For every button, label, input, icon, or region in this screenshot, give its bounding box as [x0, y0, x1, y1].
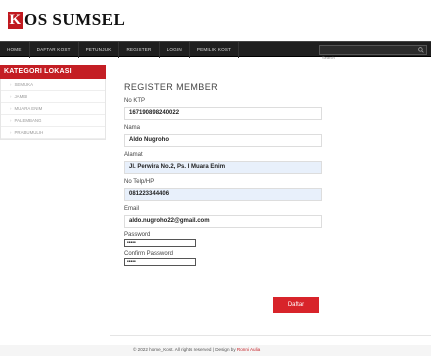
- nama-label: Nama: [124, 125, 141, 131]
- password-field[interactable]: •••••: [124, 239, 196, 247]
- search-icon[interactable]: [418, 47, 424, 53]
- site-logo[interactable]: K OS SUMSEL: [8, 10, 125, 30]
- footer-text: © 2022 home_Kost. All rights reserved | …: [133, 347, 260, 352]
- sidebar-title: KATEGORI LOKASI: [0, 65, 106, 79]
- sidebar-list: › SEMUKA › JAMBI › MUARA ENIM › PALEMBANG › P…: [0, 79, 106, 140]
- alamat-field[interactable]: Jl. Perwira No.2, Ps. I Muara Enim: [124, 161, 322, 174]
- nav-daftar-kost[interactable]: DAFTAR KOST: [30, 42, 79, 58]
- confirm-password-label: Confirm Password: [124, 251, 174, 257]
- sidebar-item-palembang[interactable]: › PALEMBANG: [1, 115, 105, 127]
- form-title: REGISTER MEMBER: [124, 82, 219, 92]
- chevron-right-icon: ›: [10, 82, 12, 87]
- search-input[interactable]: [320, 53, 416, 62]
- logo-text: OS SUMSEL: [24, 10, 126, 29]
- nav-pemilik-kost[interactable]: PEMILIK KOST: [190, 42, 240, 58]
- password-label: Password: [124, 232, 151, 238]
- sidebar-item-label: JAMBI: [14, 94, 28, 99]
- designer-link[interactable]: Ronni Aulia: [237, 347, 260, 352]
- footer-divider: [110, 335, 431, 336]
- sidebar-item-label: SEMUKA: [14, 82, 34, 87]
- top-navbar: HOME DAFTAR KOST PETUNJUK REGISTER LOGIN…: [0, 41, 431, 62]
- ktp-label: No KTP: [124, 98, 146, 104]
- chevron-right-icon: ›: [10, 130, 12, 135]
- sidebar-item-jambi[interactable]: › JAMBI: [1, 91, 105, 103]
- copyright-text: © 2022 home_Kost. All rights reserved | …: [133, 347, 237, 352]
- chevron-right-icon: ›: [10, 94, 12, 99]
- sidebar-item-label: PALEMBANG: [14, 118, 42, 123]
- nav-home[interactable]: HOME: [0, 42, 30, 58]
- chevron-right-icon: ›: [10, 106, 12, 111]
- sidebar-item-prabumulih[interactable]: › PRABUMULIH: [1, 127, 105, 139]
- footer: © 2022 home_Kost. All rights reserved | …: [0, 345, 431, 356]
- telp-field[interactable]: 081223344406: [124, 188, 322, 201]
- nav-login[interactable]: LOGIN: [160, 42, 190, 58]
- header: K OS SUMSEL: [0, 0, 431, 40]
- sidebar-item-label: MUARA ENIM: [14, 106, 43, 111]
- daftar-button[interactable]: Daftar: [273, 297, 319, 313]
- email-field[interactable]: aldo.nugroho22@gmail.com: [124, 215, 322, 228]
- nama-field[interactable]: Aldo Nugroho: [124, 134, 322, 147]
- email-label: Email: [124, 206, 140, 212]
- ktp-field[interactable]: 167190898240022: [124, 107, 322, 120]
- sidebar-item-label: PRABUMULIH: [14, 130, 44, 135]
- alamat-label: Alamat: [124, 152, 143, 158]
- telp-label: No Telp/HP: [124, 179, 155, 185]
- logo-initial: K: [8, 11, 23, 29]
- search-box: [319, 45, 427, 62]
- confirm-password-field[interactable]: •••••: [124, 258, 196, 266]
- sidebar-item-semuka[interactable]: › SEMUKA: [1, 79, 105, 91]
- sidebar: KATEGORI LOKASI › SEMUKA › JAMBI › MUARA EN…: [0, 65, 106, 140]
- register-form: REGISTER MEMBER No KTP 167190898240022 N…: [124, 82, 324, 266]
- chevron-right-icon: ›: [10, 118, 12, 123]
- nav-petunjuk[interactable]: PETUNJUK: [79, 42, 120, 58]
- nav-register[interactable]: REGISTER: [119, 42, 160, 58]
- sidebar-item-muara-enim[interactable]: › MUARA ENIM: [1, 103, 105, 115]
